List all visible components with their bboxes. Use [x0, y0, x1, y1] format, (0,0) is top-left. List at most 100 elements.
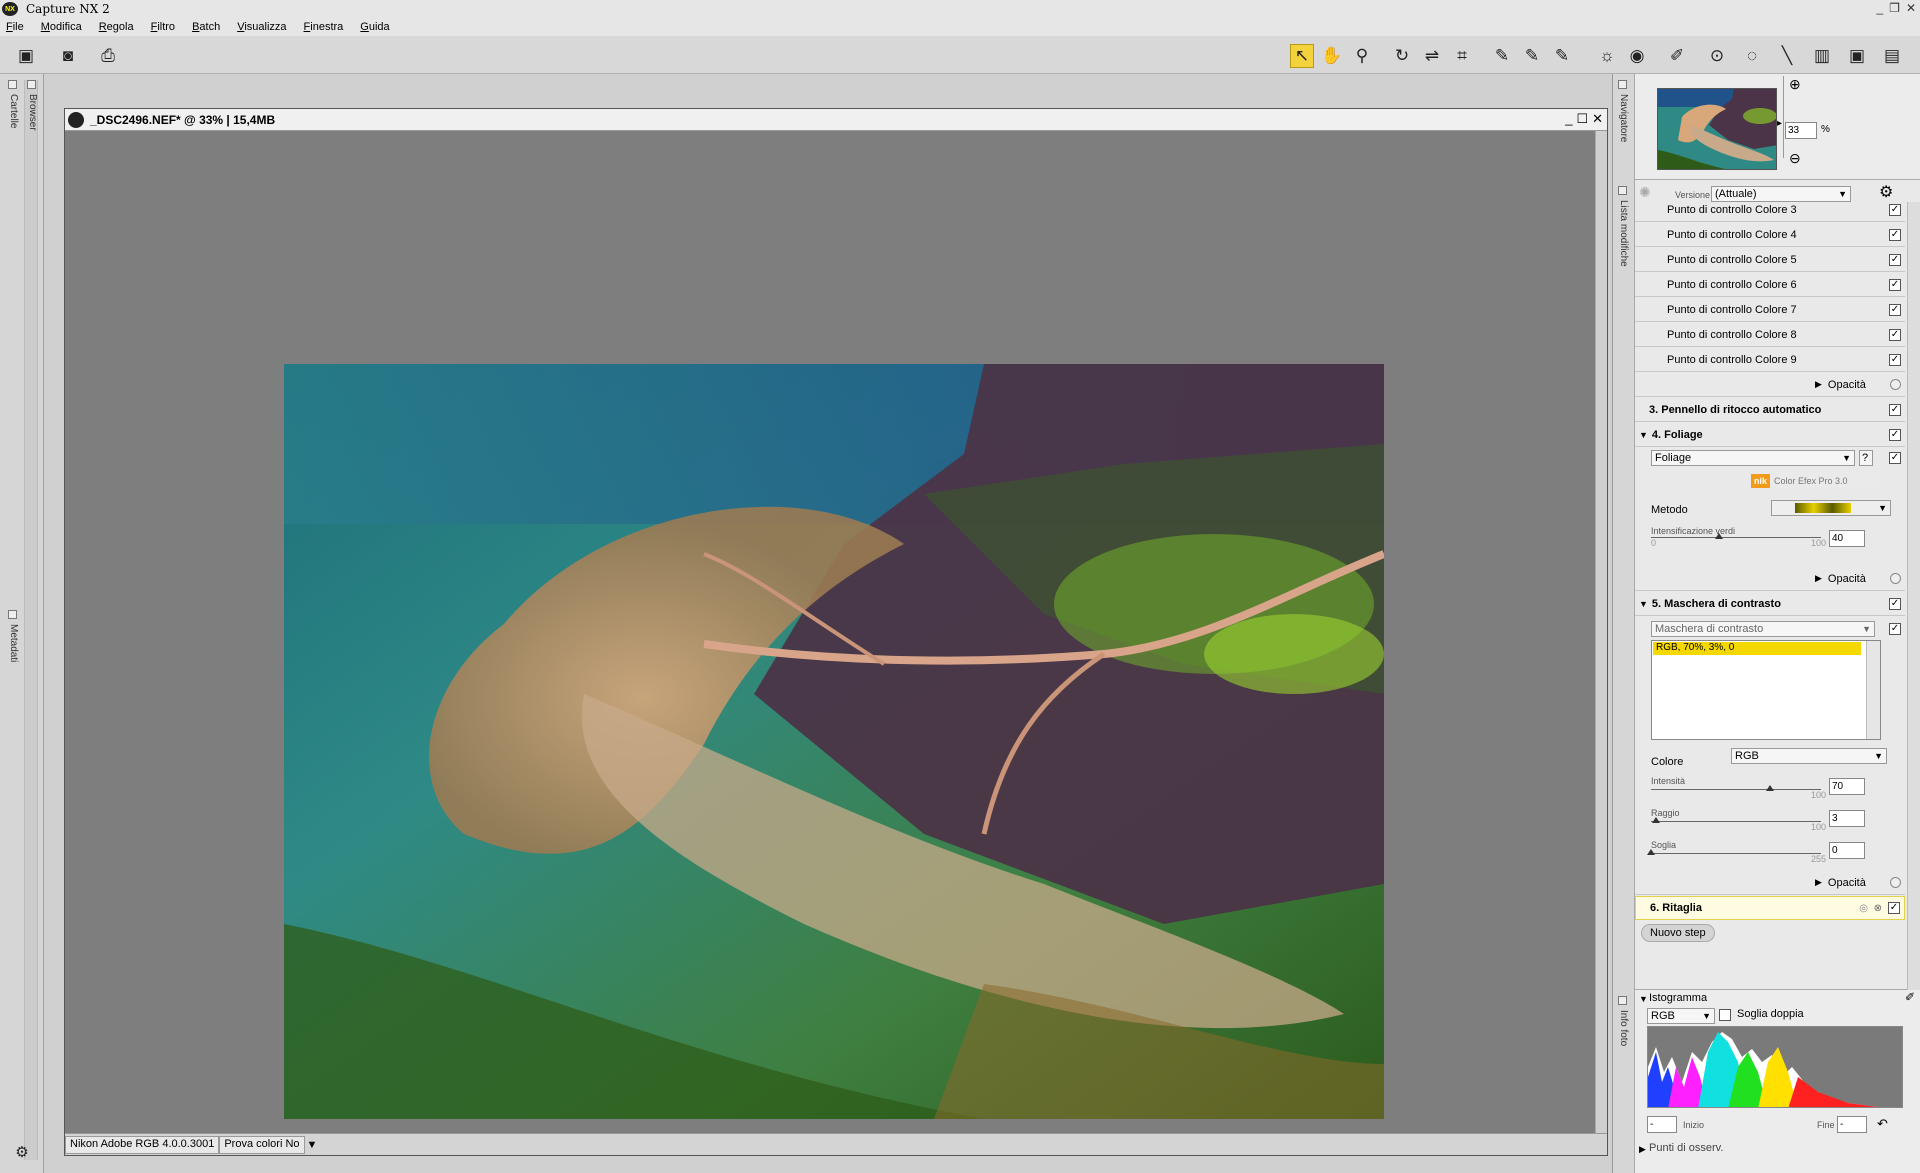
menu-regola[interactable]: Regola — [99, 21, 134, 33]
menu-modifica[interactable]: Modifica — [41, 21, 82, 33]
mask-list-box[interactable]: RGB, 70%, 3%, 0 — [1651, 640, 1881, 740]
menu-file[interactable]: File — [6, 21, 24, 33]
opacity-radio[interactable] — [1890, 573, 1901, 584]
enable-checkbox[interactable]: ✓ — [1889, 303, 1901, 316]
crop-tool-icon[interactable]: ⌗ — [1450, 44, 1474, 68]
help-button[interactable]: ? — [1859, 450, 1873, 466]
list-item[interactable]: Punto di controllo Colore 5 ✓ — [1635, 248, 1905, 272]
opacity-row[interactable]: ▶ Opacità — [1635, 567, 1905, 591]
tab-metadati[interactable]: Metadati — [8, 624, 19, 662]
red-eye-icon[interactable]: ☼ — [1595, 44, 1619, 68]
slider-thumb[interactable] — [1652, 817, 1661, 823]
selection-brush-icon[interactable]: ╲ — [1775, 44, 1799, 68]
step-row[interactable]: ▼ 4. Foliage ✓ — [1635, 423, 1905, 447]
document-scrollbar[interactable] — [1595, 131, 1607, 1133]
straighten-tool-icon[interactable]: ⇌ — [1420, 44, 1444, 68]
mask-list-scrollbar[interactable] — [1866, 641, 1880, 739]
enable-checkbox[interactable]: ✓ — [1889, 403, 1901, 416]
hand-tool-icon[interactable]: ✋ — [1320, 44, 1344, 68]
color-control-point-icon[interactable]: ⊙ — [1705, 44, 1729, 68]
step-info-icon[interactable]: ◎ — [1859, 903, 1868, 914]
menu-batch[interactable]: Batch — [192, 21, 220, 33]
step-delete-icon[interactable]: ⊗ — [1874, 903, 1882, 914]
tab-cartelle[interactable]: Cartelle — [8, 94, 19, 128]
radius-slider[interactable] — [1651, 817, 1821, 823]
photoinfo-toggle-icon[interactable] — [1618, 996, 1627, 1005]
zoom-tool-icon[interactable]: ⚲ — [1350, 44, 1374, 68]
new-step-button[interactable]: Nuovo step — [1641, 924, 1715, 942]
triangle-down-icon[interactable]: ▼ — [1639, 599, 1648, 609]
doc-maximize-button[interactable]: ☐ — [1576, 111, 1588, 127]
mask-list-item[interactable]: RGB, 70%, 3%, 0 — [1653, 642, 1861, 655]
navigator-toggle-icon[interactable] — [1618, 80, 1627, 89]
doc-minimize-button[interactable]: _ — [1565, 111, 1572, 127]
direct-select-tool-icon[interactable]: ↖ — [1290, 44, 1314, 68]
channel-dropdown[interactable]: RGB ▼ — [1647, 1008, 1715, 1024]
editlist-toggle-icon[interactable] — [1618, 186, 1627, 195]
fill-icon[interactable]: ▤ — [1880, 44, 1904, 68]
histogram-graph[interactable] — [1647, 1026, 1903, 1108]
workspace-switch-icon[interactable]: ▣ — [14, 44, 38, 68]
enable-checkbox[interactable]: ✓ — [1889, 228, 1901, 241]
camera-icon[interactable]: ◙ — [56, 44, 80, 68]
black-point-icon[interactable]: ✎ — [1490, 44, 1514, 68]
enable-checkbox[interactable]: ✓ — [1889, 452, 1901, 464]
gradient-icon[interactable]: ▥ — [1810, 44, 1834, 68]
opacity-radio[interactable] — [1890, 379, 1901, 390]
dock-toggle-icon[interactable] — [8, 80, 17, 89]
enable-checkbox[interactable]: ✓ — [1888, 902, 1900, 914]
slider-thumb[interactable] — [1647, 849, 1655, 855]
green-intensity-slider[interactable] — [1651, 533, 1821, 539]
restore-button[interactable]: ❐ — [1889, 1, 1900, 15]
triangle-down-icon[interactable]: ▼ — [1639, 430, 1648, 440]
eye-icon[interactable]: ◉ — [1625, 44, 1649, 68]
intensity-input[interactable] — [1829, 778, 1865, 795]
edit-list-scrollbar[interactable] — [1907, 202, 1920, 990]
navigator-arrow-icon[interactable]: ▸ — [1777, 118, 1782, 129]
menu-filtro[interactable]: Filtro — [151, 21, 175, 33]
enable-checkbox[interactable]: ✓ — [1889, 253, 1901, 266]
retouch-brush-icon[interactable]: ✐ — [1665, 44, 1689, 68]
end-input[interactable] — [1837, 1116, 1867, 1133]
navigator-thumbnail[interactable] — [1657, 88, 1777, 170]
triangle-right-icon[interactable]: ▶ — [1639, 1144, 1646, 1155]
double-threshold-checkbox[interactable] — [1719, 1009, 1731, 1021]
intensity-slider[interactable] — [1651, 785, 1821, 791]
print-icon[interactable]: ⎙ — [96, 44, 120, 68]
enable-checkbox[interactable]: ✓ — [1889, 203, 1901, 216]
list-item[interactable]: Punto di controllo Colore 9 ✓ — [1635, 348, 1905, 372]
rotate-tool-icon[interactable]: ↻ — [1390, 44, 1414, 68]
menu-finestra[interactable]: Finestra — [304, 21, 344, 33]
tab-lista-modifiche[interactable]: Lista modifiche — [1618, 200, 1629, 267]
list-item[interactable]: Punto di controllo Colore 4 ✓ — [1635, 223, 1905, 247]
filter-dropdown[interactable]: Maschera di contrasto ▼ — [1651, 621, 1875, 637]
enable-checkbox[interactable]: ✓ — [1889, 353, 1901, 366]
marquee-icon[interactable]: ▣ — [1845, 44, 1869, 68]
settings-gear-icon[interactable]: ⚙ — [10, 1140, 34, 1164]
list-item[interactable]: Punto di controllo Colore 8 ✓ — [1635, 323, 1905, 347]
enable-checkbox[interactable]: ✓ — [1889, 623, 1901, 635]
chevron-down-icon[interactable]: ▼ — [307, 1139, 318, 1151]
step-row[interactable]: 3. Pennello di ritocco automatico ✓ — [1635, 398, 1905, 422]
list-item[interactable]: Punto di controllo Colore 7 ✓ — [1635, 298, 1905, 322]
slider-thumb[interactable] — [1715, 533, 1723, 539]
tab-info-foto[interactable]: Info foto — [1618, 1010, 1629, 1046]
zoom-in-icon[interactable]: ⊕ — [1789, 76, 1801, 93]
minimize-button[interactable]: _ — [1876, 1, 1883, 15]
tab-browser[interactable]: Browser — [27, 94, 38, 131]
enable-checkbox[interactable]: ✓ — [1889, 278, 1901, 291]
metadata-toggle-icon[interactable] — [8, 610, 17, 619]
zoom-slider-track[interactable] — [1783, 76, 1784, 158]
menu-visualizza[interactable]: Visualizza — [237, 21, 286, 33]
document-title-bar[interactable]: _DSC2496.NEF* @ 33% | 15,4MB _ ☐ ✕ — [65, 109, 1607, 131]
threshold-slider[interactable] — [1647, 849, 1821, 855]
filter-dropdown[interactable]: Foliage ▼ — [1651, 450, 1855, 466]
step-row[interactable]: ▼ 5. Maschera di contrasto ✓ — [1635, 592, 1905, 616]
close-button[interactable]: ✕ — [1906, 1, 1916, 15]
enable-checkbox[interactable]: ✓ — [1889, 428, 1901, 441]
enable-checkbox[interactable]: ✓ — [1889, 328, 1901, 341]
browser-toggle-icon[interactable] — [27, 80, 36, 89]
opacity-row[interactable]: ▶ Opacità — [1635, 373, 1905, 397]
reset-icon[interactable]: ↶ — [1877, 1116, 1888, 1132]
method-dropdown[interactable]: ▼ — [1771, 500, 1891, 516]
